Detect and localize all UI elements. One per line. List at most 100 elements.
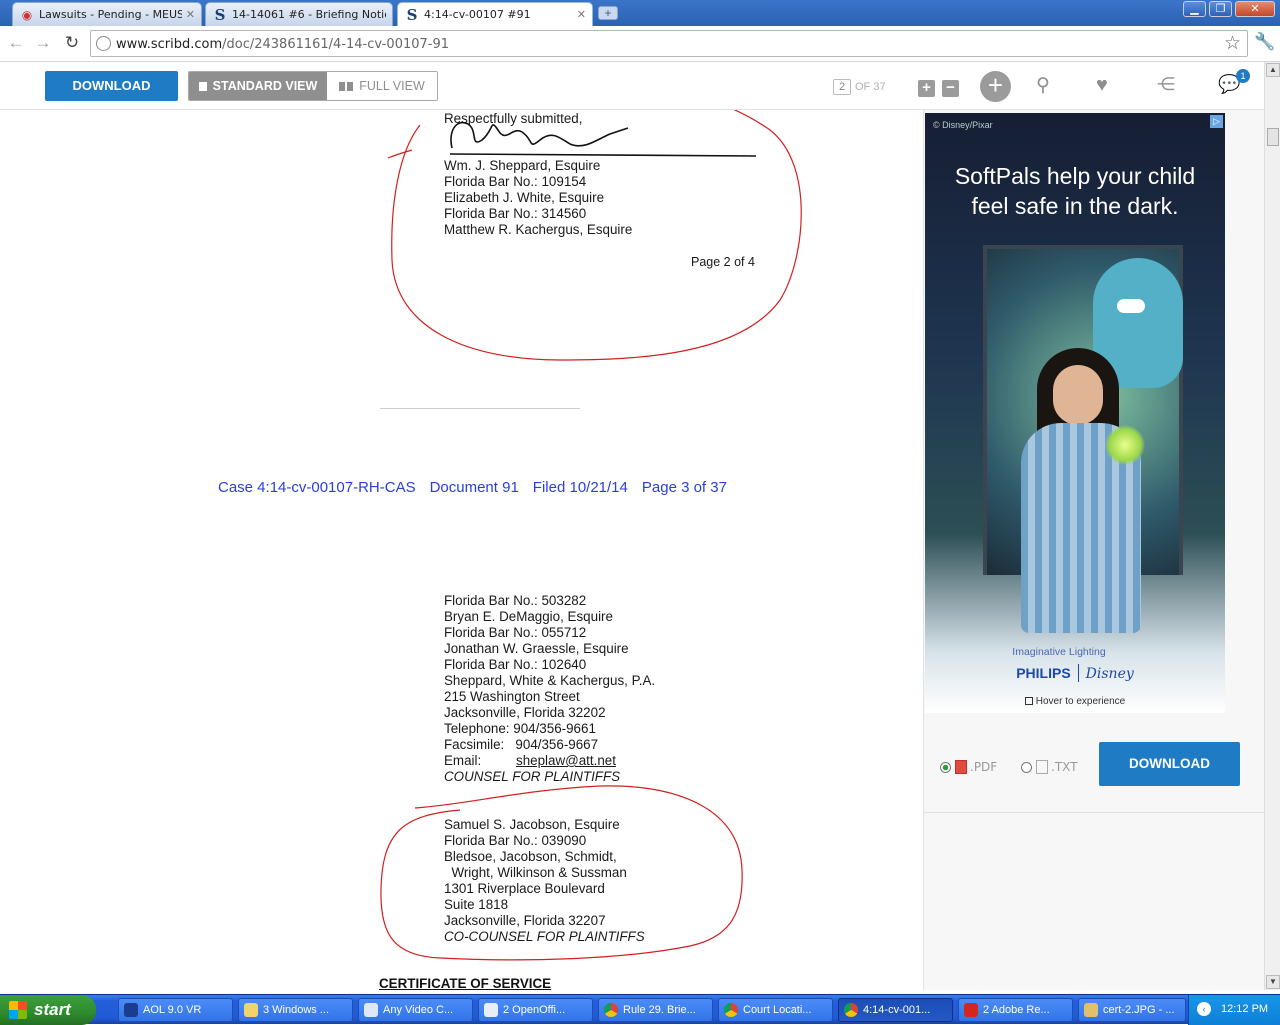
tab-title: Lawsuits - Pending - MEUSA xyxy=(39,8,182,21)
email-label: Email: xyxy=(444,753,482,768)
taskbar-item[interactable]: 3 Windows ... xyxy=(238,998,353,1022)
eye-icon: ◉ xyxy=(21,7,33,22)
windows-logo-icon xyxy=(9,1001,27,1019)
restore-window-button[interactable]: ❐ xyxy=(1209,1,1232,17)
close-window-button[interactable]: ✕ xyxy=(1235,1,1275,17)
logo-divider xyxy=(1077,664,1079,682)
filed-date: Filed 10/21/14 xyxy=(532,479,628,496)
advertisement[interactable]: © Disney/Pixar ▷ SoftPals help your chil… xyxy=(925,113,1225,713)
video-converter-icon xyxy=(364,1003,378,1017)
taskbar-item[interactable]: AOL 9.0 VR xyxy=(118,998,233,1022)
taskbar-item-label: AOL 9.0 VR xyxy=(143,1004,202,1016)
cocounsel-line: Suite 1818 xyxy=(444,897,509,912)
close-tab-icon[interactable]: ✕ xyxy=(186,8,195,21)
ad-girl-face xyxy=(1053,365,1103,425)
ad-headline-line: feel safe in the dark. xyxy=(971,193,1179,219)
heart-icon[interactable]: ♥ xyxy=(1096,74,1108,97)
url-path: /doc/243861161/4-14-cv-00107-91 xyxy=(222,37,450,52)
cocounsel-line: Bledsoe, Jacobson, Schmidt, xyxy=(444,849,617,864)
txt-format-radio[interactable] xyxy=(1021,762,1033,773)
taskbar-item-label: Rule 29. Brie... xyxy=(623,1004,696,1016)
search-icon[interactable]: ⚲ xyxy=(1036,74,1050,97)
vertical-scrollbar[interactable]: ▲ ▼ xyxy=(1264,62,1280,990)
pdf-file-icon xyxy=(955,760,967,774)
reload-icon[interactable]: ↻ xyxy=(60,32,84,56)
tab-lawsuits-pending[interactable]: ◉ Lawsuits - Pending - MEUSA ✕ xyxy=(12,2,202,26)
scrollbar-thumb[interactable] xyxy=(1267,128,1279,146)
cocounsel-block: Samuel S. Jacobson, Esquire Florida Bar … xyxy=(444,817,645,945)
ad-brand-logos: PHILIPS Disney xyxy=(925,664,1225,682)
new-tab-button[interactable]: + xyxy=(598,6,618,20)
closing-line: Respectfully submitted, xyxy=(444,111,583,126)
zoom-out-button[interactable]: − xyxy=(942,80,959,97)
browser-toolbar: ← → ↻ www.scribd.com/doc/243861161/4-14-… xyxy=(0,26,1280,62)
download-format-options: .PDF .TXT xyxy=(940,760,1078,774)
cocounsel-line: Florida Bar No.: 039090 xyxy=(444,833,587,848)
aol-icon xyxy=(124,1003,138,1017)
show-hidden-icons-icon[interactable]: ‹ xyxy=(1197,1002,1211,1016)
sidebar-download-button[interactable]: DOWNLOAD xyxy=(1099,742,1240,786)
share-icon[interactable]: ⋲ xyxy=(1157,74,1175,95)
scroll-down-arrow-icon[interactable]: ▼ xyxy=(1266,975,1280,989)
taskbar-item-label: 3 Windows ... xyxy=(263,1004,330,1016)
taskbar-item[interactable]: cert-2.JPG - ... xyxy=(1078,998,1186,1022)
right-sidebar: © Disney/Pixar ▷ SoftPals help your chil… xyxy=(923,110,1264,990)
taskbar-item[interactable]: Any Video C... xyxy=(358,998,473,1022)
view-toggle: STANDARD VIEW FULL VIEW xyxy=(188,71,438,101)
download-button[interactable]: DOWNLOAD xyxy=(45,71,178,101)
standard-view-button[interactable]: STANDARD VIEW xyxy=(189,72,327,100)
full-view-button[interactable]: FULL VIEW xyxy=(327,72,437,100)
scroll-up-arrow-icon[interactable]: ▲ xyxy=(1266,63,1280,77)
chrome-icon xyxy=(724,1003,738,1017)
minimize-window-button[interactable]: ▁ xyxy=(1183,1,1206,17)
add-to-collection-button[interactable]: + xyxy=(980,71,1011,102)
attorney-list-page2: Wm. J. Sheppard, Esquire Florida Bar No.… xyxy=(444,158,632,238)
taskbar: start AOL 9.0 VR 3 Windows ... Any Video… xyxy=(0,994,1280,1025)
counsel-line: 215 Washington Street xyxy=(444,689,580,704)
back-arrow-icon[interactable]: ← xyxy=(4,32,28,56)
bookmark-star-icon[interactable]: ☆ xyxy=(1224,32,1241,55)
tab-briefing-notice[interactable]: S 14-14061 #6 - Briefing Notice xyxy=(205,2,393,26)
taskbar-item[interactable]: 2 OpenOffi... xyxy=(478,998,593,1022)
ad-choices-icon[interactable]: ▷ xyxy=(1210,115,1223,128)
counsel-line: Florida Bar No.: 503282 xyxy=(444,593,587,608)
pdf-format-label: .PDF xyxy=(970,760,998,774)
ad-nightlight-image xyxy=(1105,425,1145,465)
counsel-line: Sheppard, White & Kachergus, P.A. xyxy=(444,673,656,688)
cocounsel-line: Jacksonville, Florida 32207 xyxy=(444,913,606,928)
chrome-icon xyxy=(604,1003,618,1017)
ad-hover-hint: Hover to experience xyxy=(925,696,1225,707)
txt-format-label: .TXT xyxy=(1051,760,1078,774)
taskbar-item[interactable]: Rule 29. Brie... xyxy=(598,998,713,1022)
openoffice-icon xyxy=(484,1003,498,1017)
forward-arrow-icon[interactable]: → xyxy=(31,32,55,56)
adobe-reader-icon xyxy=(964,1003,978,1017)
start-button[interactable]: start xyxy=(0,995,96,1025)
cocounsel-line: 1301 Riverplace Boulevard xyxy=(444,881,605,896)
scribd-toolbar: DOWNLOAD STANDARD VIEW FULL VIEW 2 OF 37 … xyxy=(0,62,1264,110)
scribd-s-icon: S xyxy=(214,5,226,24)
wrench-menu-icon[interactable]: 🔧 xyxy=(1254,32,1275,52)
zoom-in-button[interactable]: + xyxy=(918,80,935,97)
taskbar-item[interactable]: Court Locati... xyxy=(718,998,833,1022)
document-viewer[interactable]: Respectfully submitted, Wm. J. Sheppard,… xyxy=(0,110,1264,990)
email-link[interactable]: sheplaw@att.net xyxy=(516,753,616,768)
page-number-input[interactable]: 2 xyxy=(833,79,851,95)
close-tab-icon[interactable]: ✕ xyxy=(577,8,586,21)
taskbar-item-label: Court Locati... xyxy=(743,1004,812,1016)
ad-monster-eye xyxy=(1117,299,1145,313)
counsel-line: Telephone: 904/356-9661 xyxy=(444,721,596,736)
address-bar[interactable]: www.scribd.com/doc/243861161/4-14-cv-001… xyxy=(90,30,1248,57)
ad-credit: © Disney/Pixar xyxy=(933,120,993,130)
folder-icon xyxy=(244,1003,258,1017)
counsel-line: Florida Bar No.: 055712 xyxy=(444,625,587,640)
taskbar-item[interactable]: 2 Adobe Re... xyxy=(958,998,1073,1022)
page-indicator: 2 OF 37 xyxy=(833,79,886,95)
tab-4-14-cv-00107[interactable]: S 4:14-cv-00107 #91 ✕ xyxy=(397,2,593,26)
case-header: Case 4:14-cv-00107-RH-CAS Document 91 File… xyxy=(218,479,741,496)
txt-file-icon xyxy=(1036,760,1049,774)
taskbar-item-active[interactable]: 4:14-cv-001... xyxy=(838,998,953,1022)
sidebar-divider xyxy=(924,812,1264,813)
pdf-format-radio[interactable] xyxy=(940,762,951,773)
counsel-line: Facsimile: 904/356-9667 xyxy=(444,737,599,752)
